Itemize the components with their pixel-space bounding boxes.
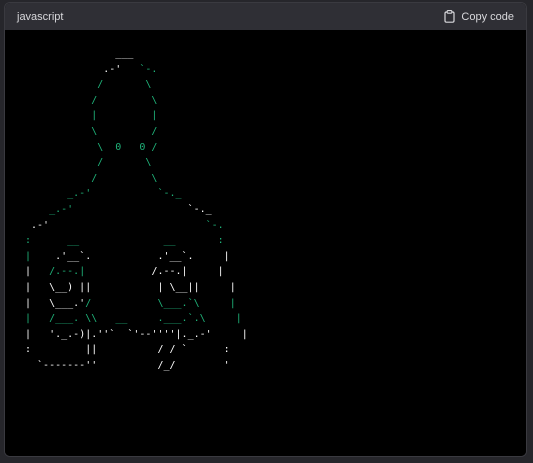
- code-content: ___ .-' `-. / \ / \ | | \ / \ 0 0 / / \ …: [25, 46, 248, 373]
- copy-code-label: Copy code: [461, 10, 514, 23]
- code-line: .-' `-.: [25, 64, 157, 75]
- code-token: _.-': [25, 203, 74, 215]
- code-token: `-._: [73, 203, 212, 215]
- code-line: | /___. \\ __ .___.`.\ |: [25, 313, 242, 324]
- code-token: / \: [25, 172, 158, 184]
- code-token: | \___.': [25, 297, 86, 309]
- clipboard-icon: [444, 10, 456, 23]
- code-token: /___. \\ __ .___.`.\ |: [49, 313, 242, 325]
- code-line: `-------'' /_/ ': [25, 360, 230, 371]
- code-token: /.--.| |: [85, 266, 224, 278]
- code-token: `-.: [121, 63, 158, 75]
- code-line: | |: [25, 110, 157, 121]
- code-token: / \: [25, 157, 152, 169]
- code-line: : __ __ :: [25, 235, 224, 246]
- code-line: / \: [25, 157, 151, 168]
- code-line: \ /: [25, 126, 157, 137]
- code-token: .-': [25, 63, 122, 75]
- code-token: |: [25, 328, 50, 340]
- code-token: : || / / ` :: [25, 344, 230, 356]
- language-label: javascript: [17, 10, 64, 23]
- code-token: \ 0 0 /: [25, 141, 158, 153]
- code-line: | \___.'/ \___.`\ |: [25, 298, 236, 309]
- code-line: _.-' `-._: [25, 204, 212, 215]
- copy-code-button[interactable]: Copy code: [444, 10, 514, 23]
- code-token: |: [25, 250, 56, 262]
- code-token: : __ __ :: [25, 235, 224, 247]
- code-line: / \: [25, 173, 157, 184]
- code-token: / \: [25, 94, 158, 106]
- code-line: ___: [25, 48, 133, 59]
- code-line: _.-' `-._: [25, 188, 182, 200]
- code-line: / \: [25, 95, 157, 106]
- code-token: '._.-)|.''` `'--''''|._.-' |: [49, 328, 248, 340]
- code-line: : || / / ` :: [25, 344, 230, 355]
- code-block: javascript Copy code ___ .-' `-. / \ / \…: [4, 2, 527, 457]
- code-line: \ 0 0 /: [25, 142, 157, 153]
- code-line: | .'__`. .'__`. |: [25, 251, 230, 262]
- code-token: |: [25, 266, 50, 278]
- code-token: \ /: [25, 125, 158, 137]
- code-token: |: [25, 313, 50, 325]
- code-token: `-.: [49, 219, 224, 231]
- code-area[interactable]: ___ .-' `-. / \ / \ | | \ / \ 0 0 / / \ …: [5, 30, 526, 456]
- code-token: .-': [25, 219, 50, 231]
- code-token: | |: [25, 110, 158, 122]
- code-token: / \: [25, 79, 152, 91]
- code-block-header: javascript Copy code: [5, 3, 526, 30]
- code-token: /.--.|: [49, 266, 86, 278]
- code-token: _.-' `-._: [25, 188, 182, 200]
- code-token: / \___.`\ |: [85, 297, 236, 309]
- code-line: | \__) || | \__|| |: [25, 282, 236, 293]
- code-line: | '._.-)|.''` `'--''''|._.-' |: [25, 329, 248, 340]
- code-line: .-' `-.: [25, 220, 224, 231]
- code-line: / \: [25, 79, 151, 90]
- code-token: | \__) || | \__|| |: [25, 281, 236, 293]
- code-token: .'__`. .'__`. |: [55, 250, 230, 262]
- code-token: ___: [25, 48, 134, 59]
- code-token: `-------'' /_/ ': [25, 359, 230, 371]
- code-line: | /.--.| /.--.| |: [25, 266, 224, 277]
